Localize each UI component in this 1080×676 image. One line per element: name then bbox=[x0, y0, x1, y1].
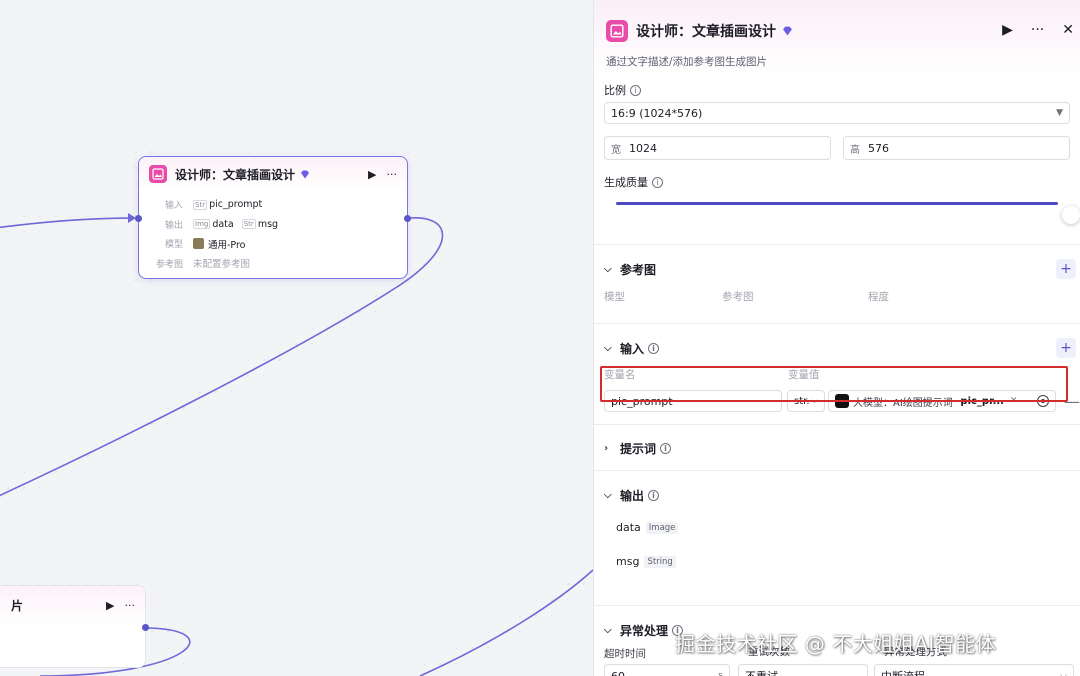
chevron-down-icon: ⌵ bbox=[604, 342, 612, 354]
edge-layer bbox=[0, 213, 593, 676]
info-icon: i bbox=[660, 442, 672, 454]
node-header: 片 ▶ ··· bbox=[0, 586, 145, 624]
chevron-down-icon: ⌵ bbox=[604, 624, 612, 636]
info-icon: i bbox=[648, 489, 660, 501]
slider-knob[interactable] bbox=[1062, 206, 1080, 224]
node-title: 片 bbox=[11, 598, 24, 613]
output-item: data Image bbox=[616, 521, 679, 534]
column-header: 模型 bbox=[604, 291, 625, 303]
close-button[interactable]: ✕ bbox=[1062, 22, 1074, 38]
highlight-box bbox=[600, 366, 1068, 402]
input-port[interactable] bbox=[135, 215, 142, 222]
premium-gem-icon bbox=[783, 26, 792, 36]
chevron-down-icon: ⌵ bbox=[604, 489, 612, 501]
node-row-model: 模型 通用-Pro bbox=[164, 238, 246, 251]
add-reference-button[interactable]: + bbox=[1056, 259, 1076, 279]
timeout-label: 超时时间 bbox=[604, 648, 646, 660]
column-header: 程度 bbox=[868, 291, 889, 303]
chevron-down-icon: ⌵ bbox=[1060, 671, 1067, 676]
exception-section-header[interactable]: ⌵ 异常处理 i bbox=[604, 618, 684, 642]
play-icon[interactable]: ▶ bbox=[368, 168, 376, 181]
panel-header: 设计师：文章插画设计 通过文字描述/添加参考图生成图片 ▶ ··· ✕ bbox=[594, 0, 1080, 78]
width-input[interactable]: 宽 1024 bbox=[604, 136, 831, 160]
panel-title: 设计师：文章插画设计 bbox=[636, 24, 776, 40]
ratio-label: 比例 i bbox=[604, 82, 1070, 98]
info-icon: i bbox=[630, 84, 641, 96]
more-icon[interactable]: ··· bbox=[387, 168, 398, 181]
panel-description: 通过文字描述/添加参考图生成图片 bbox=[606, 56, 768, 68]
image-icon bbox=[149, 165, 167, 183]
model-avatar-icon bbox=[193, 238, 204, 250]
output-item: msg String bbox=[616, 555, 676, 568]
edge-right bbox=[419, 569, 593, 676]
output-section-header[interactable]: ⌵ 输出 i bbox=[604, 483, 660, 507]
info-icon: i bbox=[648, 342, 660, 354]
retry-select[interactable]: 不重试 bbox=[738, 664, 868, 676]
premium-gem-icon bbox=[301, 170, 310, 178]
height-input[interactable]: 高 576 bbox=[843, 136, 1070, 160]
image-icon bbox=[606, 20, 628, 42]
column-header: 参考图 bbox=[722, 291, 754, 303]
input-section-header[interactable]: ⌵ 输入 i bbox=[604, 336, 660, 360]
prompt-section-header[interactable]: › 提示词 i bbox=[604, 436, 672, 460]
workflow-node-partial[interactable]: 片 ▶ ··· bbox=[0, 585, 149, 668]
chevron-down-icon: ⌵ bbox=[604, 263, 612, 275]
timeout-input[interactable]: 60 s bbox=[604, 664, 730, 676]
more-button[interactable]: ··· bbox=[1031, 22, 1044, 38]
output-port[interactable] bbox=[142, 624, 149, 631]
info-icon: i bbox=[652, 176, 663, 188]
node-title: 设计师：文章插画设计 bbox=[175, 167, 296, 182]
quality-slider[interactable] bbox=[604, 202, 1080, 232]
quality-label: 生成质量 i bbox=[604, 174, 1070, 190]
workflow-node-illustration[interactable]: 设计师：文章插画设计 ▶ ··· 输入 Str pic_prompt 输出 Im… bbox=[135, 156, 411, 279]
output-port[interactable] bbox=[404, 215, 411, 222]
chevron-right-icon: › bbox=[604, 442, 609, 454]
reference-section-header[interactable]: ⌵ 参考图 bbox=[604, 257, 656, 281]
node-config-panel: 设计师：文章插画设计 通过文字描述/添加参考图生成图片 ▶ ··· ✕ 比例 i … bbox=[593, 0, 1080, 676]
node-row-reference: 参考图 未配置参考图 bbox=[155, 259, 251, 271]
slider-track bbox=[616, 202, 1058, 205]
play-icon[interactable]: ▶ bbox=[106, 599, 114, 612]
ratio-select[interactable]: 16:9 (1024*576) ▼ bbox=[604, 102, 1070, 124]
node-header: 设计师：文章插画设计 ▶ ··· bbox=[139, 157, 407, 191]
node-row-output: 输出 Img data Str msg bbox=[164, 218, 279, 231]
run-button[interactable]: ▶ bbox=[1002, 22, 1013, 38]
watermark: 掘金技术社区 @ 不大姐姐AI智能体 bbox=[675, 632, 997, 656]
edge-incoming bbox=[0, 217, 135, 229]
exception-mode-select[interactable]: 中断流程 ⌵ bbox=[874, 664, 1074, 676]
chevron-down-icon: ▼ bbox=[1056, 108, 1063, 118]
node-row-input: 输入 Str pic_prompt bbox=[164, 199, 263, 212]
add-input-button[interactable]: + bbox=[1056, 338, 1076, 358]
more-icon[interactable]: ··· bbox=[125, 599, 136, 612]
